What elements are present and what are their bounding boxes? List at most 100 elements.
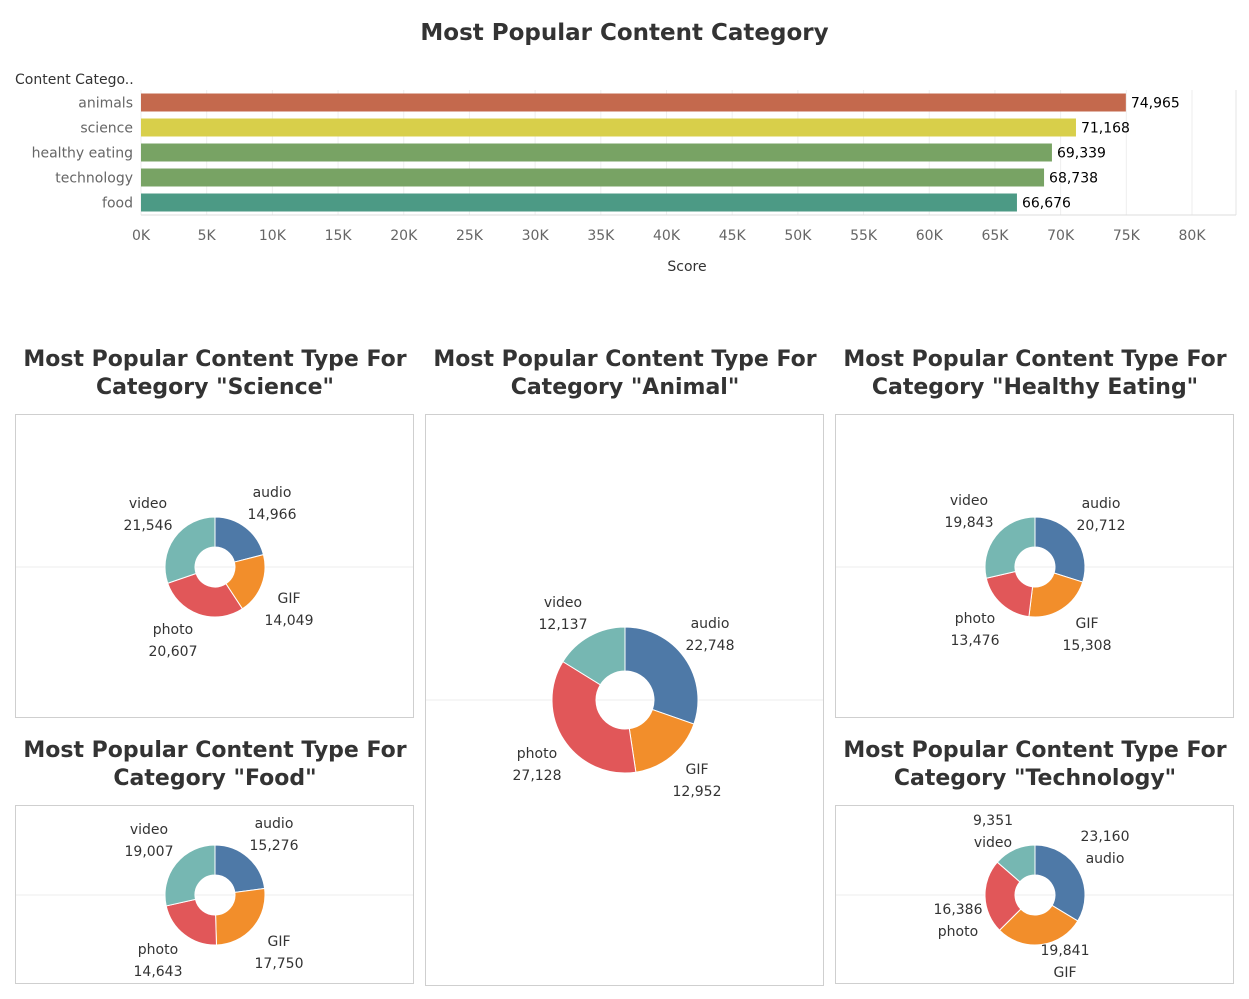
pie-slice-audio [1034, 844, 1086, 922]
slice-value-gif: 14,049 [265, 613, 314, 629]
category-label: food [102, 196, 133, 212]
slice-value-audio: 15,276 [250, 838, 299, 854]
pie-title-technology: Most Popular Content Type For Category "… [835, 737, 1235, 793]
pie-chart-animal: audio 22,748 GIF 12,952 photo 27,128 video 12,1… [426, 595, 823, 800]
x-tick-label: 70K [1047, 228, 1075, 244]
pie-slice-photo [165, 898, 217, 946]
slice-value-audio: 14,966 [248, 507, 297, 523]
slice-label-audio: audio [691, 616, 730, 632]
slice-value-audio: audio [1086, 851, 1125, 867]
slice-label-video: video [130, 822, 168, 838]
slice-label-video: video [950, 493, 988, 509]
bar-value-label: 66,676 [1022, 196, 1071, 212]
bar-value-label: 71,168 [1081, 121, 1130, 137]
pie-title-food: Most Popular Content Type For Category "… [15, 737, 415, 793]
bar [141, 93, 1126, 112]
pie-title-animal-line1: Most Popular Content Type For [433, 347, 817, 372]
slice-value-video: 21,546 [124, 518, 173, 534]
x-tick-label: 45K [719, 228, 747, 244]
slice-value-photo: 13,476 [951, 633, 1000, 649]
slice-label-photo: 16,386 [934, 902, 983, 918]
pie-panel-healthy-eating: audio 20,712 GIF 15,308 photo 13,476 video 19,8… [835, 414, 1234, 718]
slice-value-photo: 20,607 [149, 644, 198, 660]
slice-label-audio: audio [255, 816, 294, 832]
slice-value-gif: 15,308 [1063, 638, 1112, 654]
pie-panel-animal: audio 22,748 GIF 12,952 photo 27,128 video 12,1… [425, 414, 824, 986]
bar-value-label: 74,965 [1131, 96, 1180, 112]
pie-title-food-line1: Most Popular Content Type For [23, 738, 407, 763]
bar-value-label: 68,738 [1049, 171, 1098, 187]
slice-label-gif: 19,841 [1041, 943, 1090, 959]
slice-label-photo: photo [955, 611, 995, 627]
slice-value-audio: 20,712 [1077, 518, 1126, 534]
pie-slice-audio [214, 516, 265, 563]
pie-title-science-line1: Most Popular Content Type For [23, 347, 407, 372]
bar [141, 143, 1052, 162]
slice-label-photo: photo [153, 622, 193, 638]
slice-value-video: 12,137 [539, 617, 588, 633]
pie-title-healthy-eating: Most Popular Content Type For Category "… [835, 346, 1235, 402]
slice-value-audio: 22,748 [686, 638, 735, 654]
pie-panel-science: audio 14,966 GIF 14,049 photo 20,607 video 21,5… [15, 414, 414, 718]
pie-panel-technology: 23,160 audio 19,841 GIF 16,386 photo 9,351 vide… [835, 805, 1234, 984]
pie-chart-science: audio 14,966 GIF 14,049 photo 20,607 video 21,5… [16, 485, 413, 660]
y-axis-title: Content Catego.. [15, 72, 134, 88]
slice-value-photo: 27,128 [513, 768, 562, 784]
pie-title-science-line2: Category "Science" [95, 375, 335, 400]
pie-slice-gif [1028, 572, 1084, 618]
bar-value-label: 69,339 [1057, 146, 1106, 162]
slice-value-photo: photo [938, 924, 978, 940]
x-tick-label: 30K [522, 228, 550, 244]
slice-label-gif: GIF [277, 591, 300, 607]
slice-value-gif: 12,952 [673, 784, 722, 800]
x-tick-label: 65K [981, 228, 1009, 244]
pie-chart-technology: 23,160 audio 19,841 GIF 16,386 photo 9,351 vide… [836, 813, 1233, 981]
x-tick-label: 5K [198, 228, 217, 244]
category-label: science [80, 121, 133, 137]
x-tick-label: 75K [1113, 228, 1141, 244]
slice-label-photo: photo [138, 942, 178, 958]
bar [141, 168, 1045, 187]
pie-slice-photo [985, 570, 1034, 618]
slice-value-gif: 17,750 [255, 956, 304, 972]
x-tick-label: 50K [784, 228, 812, 244]
x-tick-label: 35K [587, 228, 615, 244]
slice-label-video: video [129, 496, 167, 512]
slice-value-video: 19,843 [945, 515, 994, 531]
x-tick-label: 40K [653, 228, 681, 244]
pie-title-animal-line2: Category "Animal" [510, 375, 740, 400]
slice-value-gif: GIF [1053, 965, 1076, 981]
bar [141, 193, 1017, 212]
x-tick-label: 60K [916, 228, 944, 244]
bar [141, 118, 1076, 137]
pie-chart-food: audio 15,276 GIF 17,750 photo 14,643 video 19,0… [16, 816, 413, 980]
pie-title-science: Most Popular Content Type For Category "… [15, 346, 415, 402]
category-label: animals [78, 96, 133, 112]
pie-panel-food: audio 15,276 GIF 17,750 photo 14,643 video 19,0… [15, 805, 414, 984]
category-label: technology [55, 171, 133, 187]
x-tick-label: 15K [325, 228, 353, 244]
bar-chart: Content Catego.. animals 74,965 science 71,1… [15, 72, 1237, 275]
slice-value-video: 19,007 [125, 844, 174, 860]
x-tick-label: 10K [259, 228, 287, 244]
slice-label-audio: audio [1082, 496, 1121, 512]
pie-title-healthy-eating-line1: Most Popular Content Type For [843, 347, 1227, 372]
slice-value-video: video [974, 835, 1012, 851]
slice-label-photo: photo [517, 746, 557, 762]
pie-title-food-line2: Category "Food" [113, 766, 317, 791]
pie-title-technology-line1: Most Popular Content Type For [843, 738, 1227, 763]
pie-chart-healthy-eating: audio 20,712 GIF 15,308 photo 13,476 video 19,8… [836, 493, 1233, 654]
category-label: healthy eating [32, 146, 133, 162]
slice-label-audio: 23,160 [1081, 829, 1130, 845]
slice-label-audio: audio [253, 485, 292, 501]
x-tick-label: 20K [390, 228, 418, 244]
slice-label-gif: GIF [1075, 616, 1098, 632]
pie-slice-gif [215, 887, 266, 946]
pie-title-technology-line2: Category "Technology" [893, 766, 1177, 791]
slice-value-photo: 14,643 [134, 964, 183, 980]
pie-slice-video [164, 516, 216, 584]
x-tick-label: 55K [850, 228, 878, 244]
x-axis-title: Score [667, 259, 706, 275]
x-tick-label: 0K [132, 228, 151, 244]
slice-label-video: video [544, 595, 582, 611]
